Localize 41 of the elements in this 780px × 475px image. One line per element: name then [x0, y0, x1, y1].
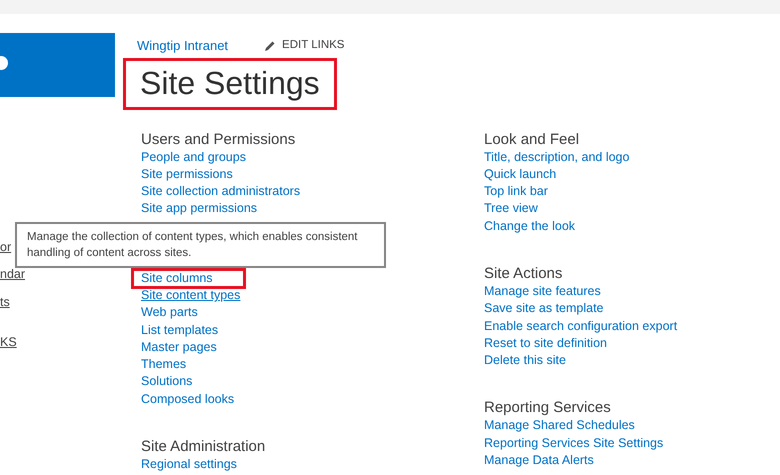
settings-link[interactable]: Manage Shared Schedules [476, 417, 666, 435]
section-heading: Users and Permissions [141, 130, 296, 148]
section-heading: Look and Feel [484, 130, 580, 148]
pencil-icon [264, 40, 276, 52]
settings-link[interactable]: Enable search configuration export [476, 318, 708, 335]
settings-link[interactable]: Top link bar [476, 183, 579, 200]
nav-link-text[interactable]: ts [0, 294, 10, 310]
settings-link[interactable]: List templates [133, 322, 250, 339]
settings-link[interactable]: Manage Data Alerts [476, 452, 625, 470]
settings-link[interactable]: Solutions [133, 373, 224, 391]
section-heading: Site Administration [141, 437, 266, 456]
nav-link-text[interactable]: KS [0, 334, 17, 350]
section-heading: Reporting Services [484, 398, 612, 418]
settings-link[interactable]: Change the look [476, 218, 606, 235]
section-heading: Site Actions [484, 264, 564, 283]
nav-link-text[interactable]: ndar [0, 266, 26, 282]
settings-link[interactable]: Site permissions [133, 166, 264, 184]
site-link[interactable]: Wingtip Intranet [137, 36, 228, 56]
settings-link[interactable]: Tree view [476, 200, 569, 218]
settings-link[interactable]: Composed looks [133, 390, 266, 408]
settings-link[interactable]: Site content types [133, 286, 272, 304]
settings-link[interactable]: Delete this site [476, 352, 597, 370]
settings-link[interactable]: Reporting Services Site Settings [476, 434, 694, 452]
settings-link[interactable]: Site columns [133, 270, 244, 287]
site-logo[interactable] [0, 33, 115, 97]
tooltip: Manage the collection of content types, which enables consistent handling of content across sites. [15, 222, 386, 268]
settings-link[interactable]: Themes [133, 356, 218, 374]
settings-link[interactable]: Master pages [133, 338, 248, 356]
settings-link[interactable]: Save site as template [476, 300, 635, 318]
settings-link[interactable]: Site collection administrators [133, 183, 332, 200]
settings-link[interactable]: People and groups [133, 148, 277, 166]
nav-link-text[interactable]: or [0, 239, 12, 255]
settings-link[interactable]: Reset to site definition [476, 334, 638, 352]
page-title: Site Settings [123, 58, 337, 110]
settings-link[interactable]: Site app permissions [133, 200, 288, 218]
settings-link[interactable]: Title, description, and logo [476, 148, 660, 166]
settings-link[interactable]: Regional settings [133, 456, 268, 474]
edit-links-button[interactable]: EDIT LINKS [264, 37, 344, 54]
settings-link[interactable]: Quick launch [476, 166, 588, 184]
settings-link[interactable]: Manage site features [476, 282, 632, 300]
settings-link[interactable]: Web parts [133, 304, 229, 322]
